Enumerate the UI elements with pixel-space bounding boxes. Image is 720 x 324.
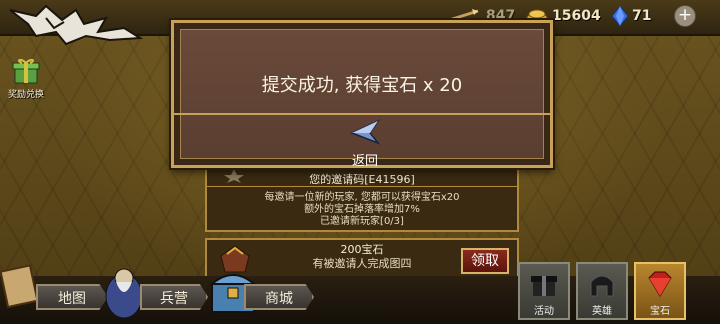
invite-progress: 已邀请新玩家[0/3] [320,216,404,227]
tab-activity-label: 活动 [534,306,554,317]
gems-count: 71 [632,8,652,24]
tab-gem-label: 宝石 [650,306,670,317]
success-dialog: 提交成功, 获得宝石 x 20 返回 [171,20,553,169]
blue-gem-icon [612,6,628,26]
reward-exchange-label: 奖励兑换 [7,90,44,100]
add-gems-button[interactable]: + [674,5,696,27]
dialog-divider [174,113,550,115]
invite-desc-1: 每邀请一位新的玩家, 您都可以获得宝石x20 [264,192,460,203]
gift-icon [531,276,557,296]
back-arrow-icon [350,119,381,145]
red-gem-icon [648,271,672,297]
helmet-icon [590,275,614,297]
dialog-message: 提交成功, 获得宝石 x 20 [261,75,463,96]
reward-exchange-button[interactable]: 奖励兑换 [4,58,48,100]
invite-code: 您的邀请码[E41596] [309,173,415,186]
shop-button[interactable]: 商城 [244,284,314,310]
tab-hero[interactable]: 英雄 [576,262,628,320]
back-label: 返回 [351,154,378,169]
gems-resource: 71 [612,6,651,26]
panel-divider [207,186,517,187]
barracks-button[interactable]: 兵营 [140,284,208,310]
claim-button[interactable]: 领取 [461,248,509,274]
game-logo [9,4,144,46]
tab-hero-label: 英雄 [592,306,612,317]
gold-count: 15604 [552,8,601,24]
gift-box-icon [12,58,40,84]
map-scroll-icon [0,264,39,309]
tab-gem[interactable]: 宝石 [634,262,686,320]
back-button[interactable]: 返回 [345,119,385,169]
tab-activity[interactable]: 活动 [518,262,570,320]
invite-desc-2: 额外的宝石掉落率增加7% [304,204,420,215]
